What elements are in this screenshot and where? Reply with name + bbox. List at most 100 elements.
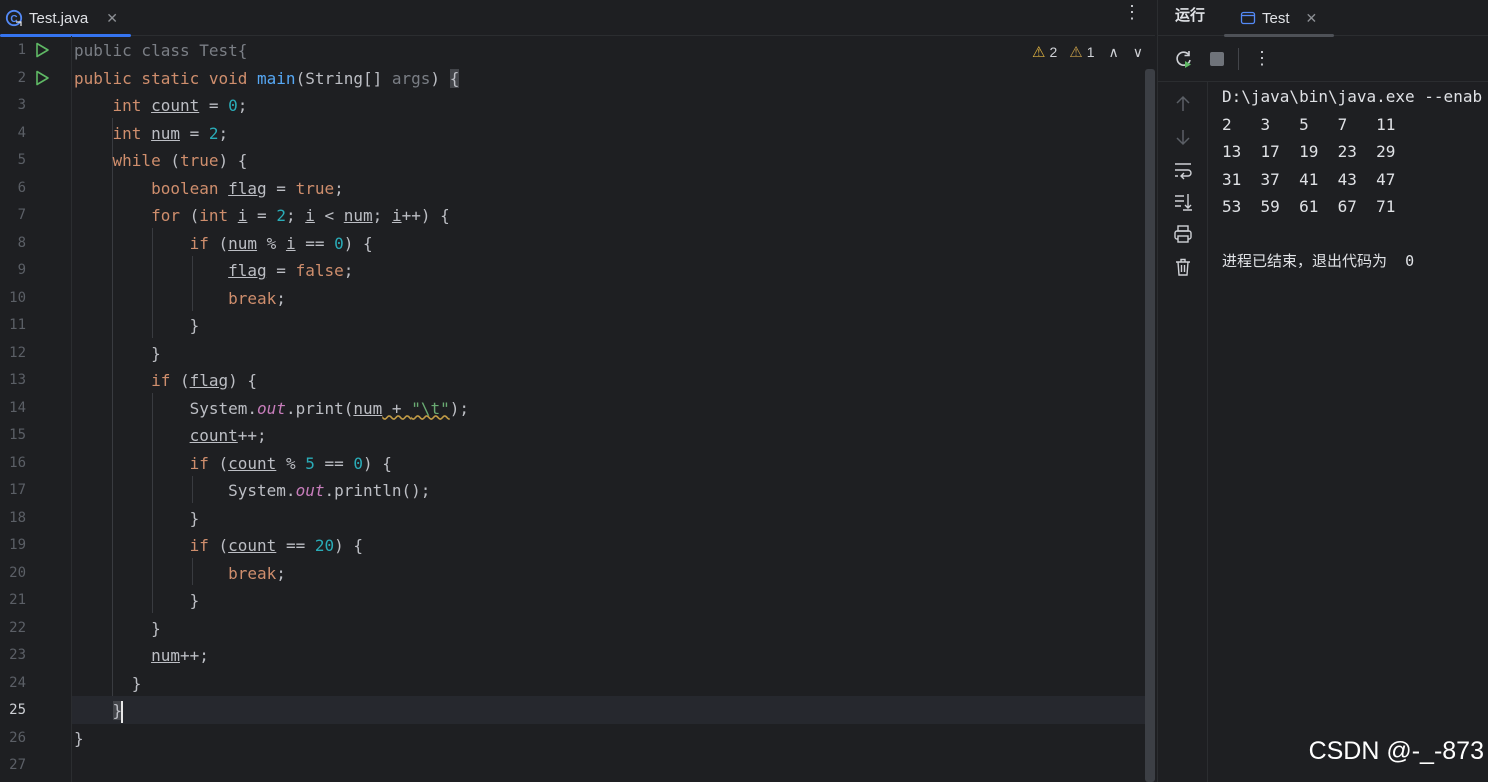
console-line-command: D:\java\bin\java.exe --enab	[1222, 87, 1483, 106]
scroll-down-icon[interactable]	[1173, 127, 1193, 147]
console-output[interactable]: D:\java\bin\java.exe --enab 2 3 5 7 11 1…	[1222, 82, 1488, 782]
code-line-6: boolean flag = true;	[151, 178, 344, 198]
editor-scrollbar[interactable]	[1145, 69, 1155, 782]
code-line-21: }	[74, 591, 200, 610]
current-line-highlight	[72, 696, 1155, 724]
console-line-output: 53 59 61 67 71	[1222, 197, 1396, 216]
run-window-title: 运行	[1175, 7, 1206, 24]
code-line-25: }	[74, 697, 124, 725]
toolbar-separator	[1238, 48, 1239, 70]
line-number: 18	[9, 509, 26, 526]
line-number: 7	[17, 207, 26, 223]
code-line-18: }	[74, 508, 200, 528]
line-number: 9	[17, 262, 26, 278]
line-number: 4	[17, 124, 26, 141]
line-number: 19	[9, 537, 26, 553]
code-line-15: count++;	[189, 426, 267, 445]
java-class-icon: C	[5, 9, 23, 27]
line-number: 14	[9, 399, 26, 416]
code-line-11: }	[74, 316, 200, 335]
line-number: 12	[9, 344, 26, 361]
trash-icon[interactable]	[1173, 257, 1193, 277]
run-toolbar: ⋮	[1158, 36, 1488, 82]
line-number: 5	[17, 152, 26, 168]
line-number: 1	[17, 42, 26, 58]
scroll-up-icon[interactable]	[1173, 94, 1193, 114]
stop-icon[interactable]	[1207, 49, 1227, 69]
code-line-7: for (int i = 2; i < num; i++) {	[151, 206, 450, 225]
code-line-3: int count = 0;	[112, 96, 248, 115]
code-line-19: if (count == 20) {	[189, 536, 364, 555]
run-header: 运行 Test ✕	[1158, 0, 1488, 37]
line-number: 23	[9, 647, 26, 663]
line-number: 22	[9, 619, 26, 636]
code-line-14: System.out.print(num + "\t");	[74, 398, 469, 418]
line-number: 21	[9, 592, 26, 608]
chevron-up-icon[interactable]: ∧	[1109, 44, 1119, 61]
line-number: 17	[9, 482, 26, 498]
console-side-toolbar	[1158, 82, 1208, 782]
scroll-to-end-icon[interactable]	[1173, 192, 1193, 212]
line-number: 8	[17, 234, 26, 251]
chevron-down-icon[interactable]: ∨	[1133, 44, 1143, 61]
run-gutter-icon[interactable]	[34, 42, 50, 58]
code-line-16: if (count % 5 == 0) {	[189, 453, 392, 473]
editor-tab-bar: C Test.java ✕ ⋮	[0, 0, 1155, 37]
weak-warning-count: 1	[1086, 44, 1095, 60]
toolbar-more-icon[interactable]: ⋮	[1253, 48, 1271, 69]
line-number: 10	[9, 289, 26, 306]
soft-wrap-icon[interactable]	[1173, 160, 1193, 180]
tab-close-icon[interactable]: ✕	[106, 10, 118, 27]
watermark: CSDN @-_-873	[1308, 737, 1484, 765]
line-number: 24	[9, 674, 26, 691]
line-number: 26	[9, 729, 26, 746]
line-number: 20	[9, 564, 26, 581]
code-line-1: public class Test{	[74, 41, 248, 60]
code-line-10: break;	[228, 288, 286, 308]
line-number: 16	[9, 454, 26, 471]
line-number: 27	[9, 757, 26, 773]
console-line-output: 31 37 41 43 47	[1222, 169, 1396, 189]
code-line-9: flag = false;	[228, 261, 354, 280]
run-tab-close-icon[interactable]: ✕	[1306, 10, 1318, 27]
line-number: 2	[17, 69, 26, 86]
code-line-24: }	[74, 673, 142, 693]
tab-test-java[interactable]: C Test.java ✕	[0, 0, 131, 37]
text-caret	[121, 700, 124, 723]
tab-menu-icon[interactable]: ⋮	[1123, 2, 1141, 23]
warning-icon: ⚠	[1032, 44, 1046, 61]
line-number: 3	[17, 97, 26, 113]
console-line-exit-status: 进程已结束，退出代码为 0	[1222, 252, 1415, 270]
line-number: 6	[17, 179, 26, 196]
code-line-17: System.out.println();	[74, 481, 431, 500]
line-number: 15	[9, 427, 26, 443]
run-config-tab[interactable]: Test ✕	[1224, 0, 1334, 37]
console-tab-icon	[1240, 11, 1256, 25]
run-gutter-icon[interactable]	[34, 70, 50, 86]
inspection-widget[interactable]: ⚠ 2 ⚠ 1 ∧ ∨	[1032, 43, 1143, 62]
tab-title: Test.java	[29, 9, 89, 27]
code-line-23: num++;	[151, 646, 209, 665]
console-line-output: 2 3 5 7 11	[1222, 114, 1396, 134]
weak-warning-icon: ⚠	[1069, 44, 1083, 61]
code-line-12: }	[74, 343, 161, 363]
code-line-22: }	[74, 618, 161, 638]
editor-pane: C Test.java ✕ ⋮ ⚠ 2 ⚠ 1 ∧ ∨ public class…	[0, 0, 1155, 782]
line-number: 11	[9, 317, 26, 333]
rerun-icon[interactable]	[1174, 49, 1194, 69]
code-line-13: if (flag) {	[151, 371, 258, 390]
print-icon[interactable]	[1173, 224, 1193, 244]
code-line-2: public static void main(String[] args) {	[74, 68, 460, 88]
code-line-4: int num = 2;	[112, 123, 229, 143]
code-line-26: }	[74, 728, 84, 748]
code-line-5: while (true) {	[112, 151, 248, 170]
code-area[interactable]: ⚠ 2 ⚠ 1 ∧ ∨ public class Test{ public st…	[0, 36, 1155, 782]
code-line-20: break;	[228, 563, 286, 583]
run-tab-label: Test	[1262, 9, 1290, 27]
line-number: 13	[9, 372, 26, 388]
code-line-8: if (num % i == 0) {	[189, 233, 373, 253]
warning-count: 2	[1049, 44, 1058, 60]
console-line-output: 13 17 19 23 29	[1222, 142, 1396, 161]
line-number: 25	[9, 702, 26, 718]
run-tool-window: 运行 Test ✕ ⋮ D:\java\bin\java.exe --enab …	[1157, 0, 1488, 782]
